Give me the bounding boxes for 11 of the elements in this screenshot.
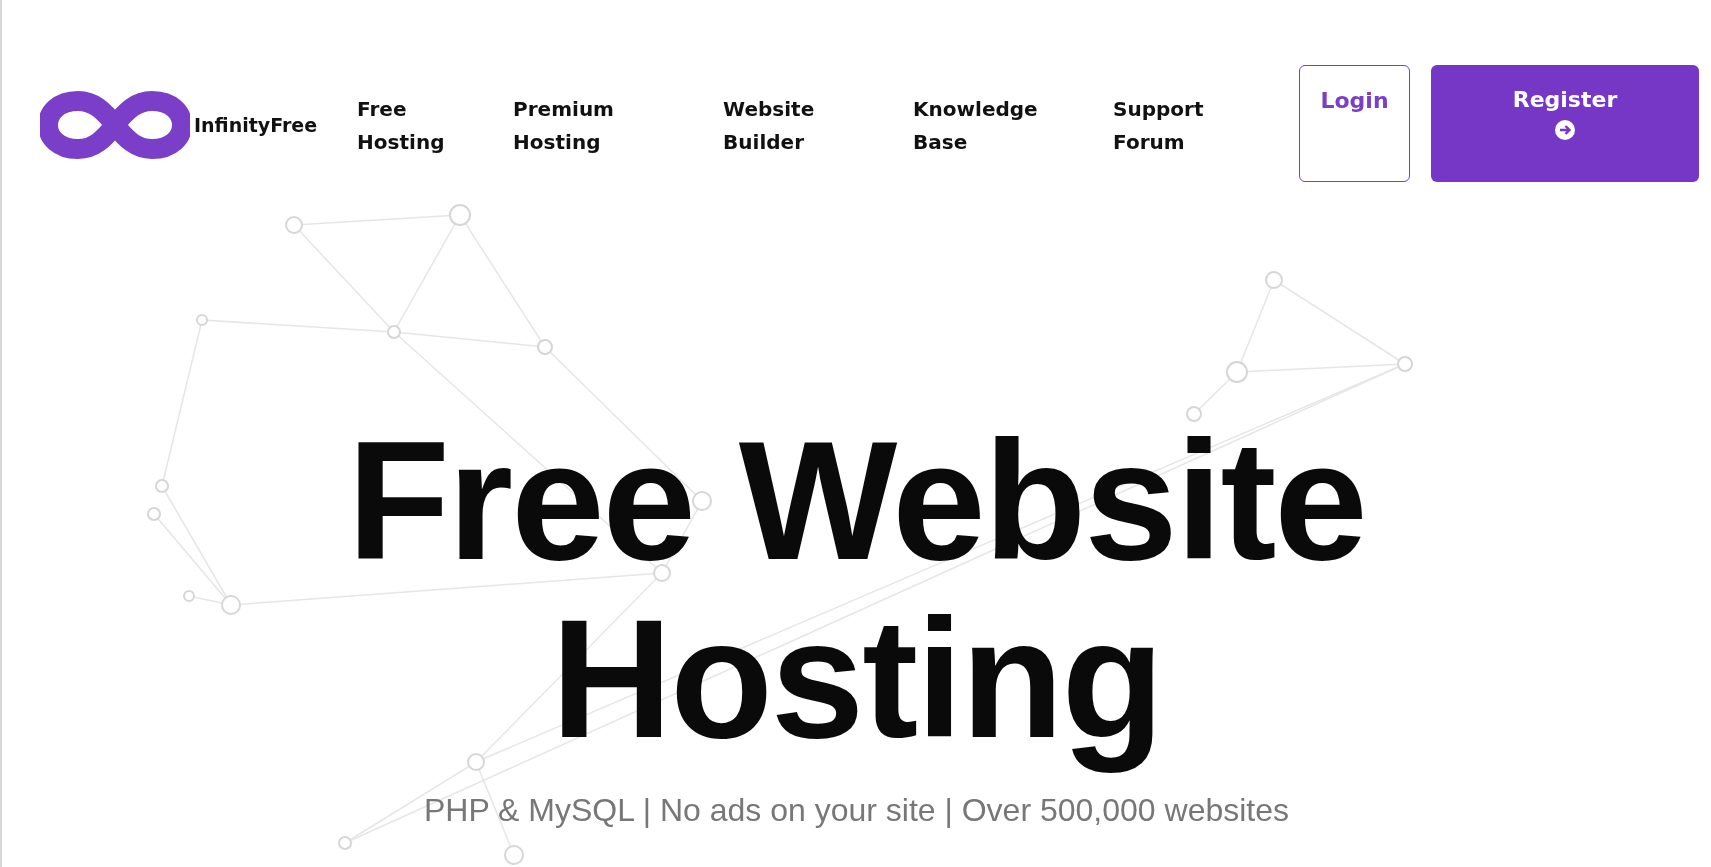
hero-subtitle: PHP & MySQL | No ads on your site | Over 500,000 websites — [424, 792, 1289, 829]
nav-link[interactable]: Website Builder — [723, 93, 815, 159]
nav-link[interactable]: Free Hosting — [357, 93, 445, 159]
nav-link[interactable]: Premium Hosting — [513, 93, 614, 159]
nav-link[interactable]: Support Forum — [1113, 93, 1204, 159]
nav-link[interactable]: Knowledge Base — [913, 93, 1038, 159]
hero-title: Free Website Hosting — [346, 412, 1367, 775]
arrow-circle-icon — [1555, 120, 1575, 140]
brand-name[interactable]: InfinityFree — [194, 114, 318, 136]
register-button[interactable]: Register — [1431, 65, 1699, 182]
login-button[interactable]: Login — [1299, 65, 1410, 182]
